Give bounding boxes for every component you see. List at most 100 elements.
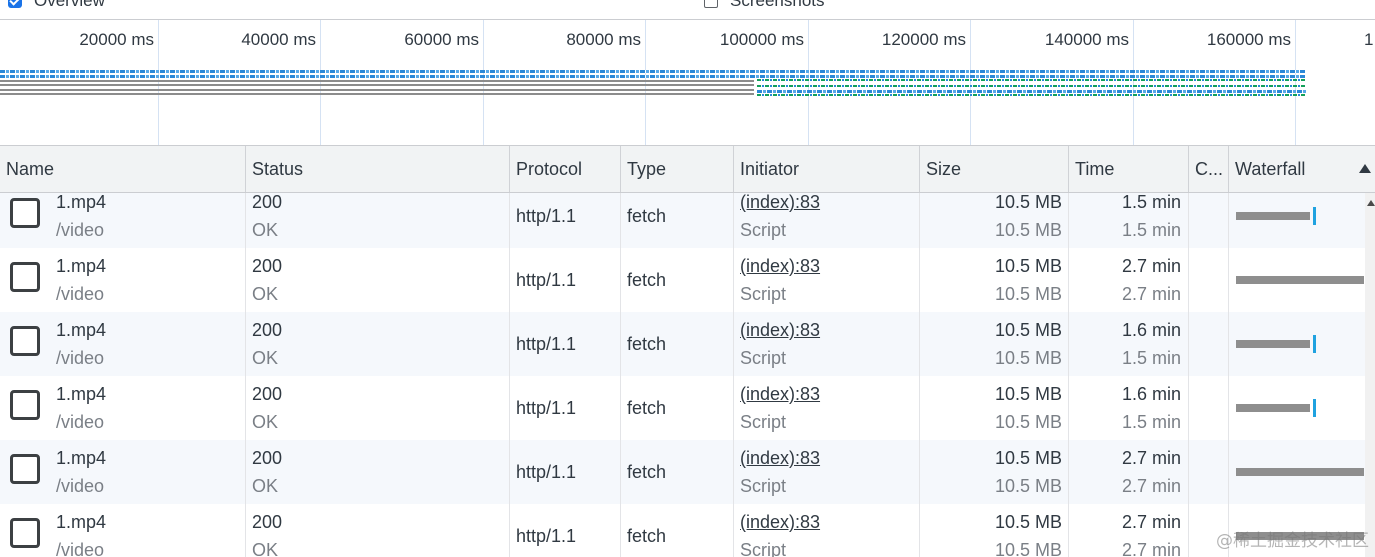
overview-request-bars	[0, 68, 1310, 98]
column-header-type[interactable]: Type	[621, 146, 734, 192]
overview-bar	[0, 89, 754, 91]
size-cell: 10.5 MB	[994, 448, 1062, 468]
checkbox-unchecked-icon[interactable]	[704, 0, 718, 8]
column-divider	[1068, 193, 1069, 557]
column-label: Protocol	[516, 158, 583, 179]
waterfall-bar[interactable]	[1236, 276, 1364, 284]
column-header-time[interactable]: Time	[1069, 146, 1189, 192]
waterfall-download-marker	[1313, 335, 1316, 353]
overview-toggle[interactable]: Overview	[8, 0, 105, 11]
tick-label: 80000 ms	[566, 30, 641, 49]
status-code: 200	[252, 512, 283, 532]
sort-ascending-icon[interactable]	[1359, 164, 1371, 173]
status-text: OK	[252, 220, 279, 240]
initiator-type: Script	[740, 476, 787, 496]
tick-label: 160000 ms	[1206, 30, 1291, 49]
column-label: Waterfall	[1235, 158, 1306, 179]
resource-size-cell: 10.5 MB	[994, 348, 1062, 368]
status-text: OK	[252, 412, 279, 432]
request-path: /video	[56, 412, 105, 432]
request-path: /video	[56, 220, 105, 240]
screenshots-label: Screenshots	[730, 0, 825, 10]
tick-label: 20000 ms	[79, 30, 154, 49]
scroll-up-arrow-icon[interactable]	[1367, 200, 1375, 206]
file-icon	[10, 262, 40, 292]
protocol-cell: http/1.1	[516, 334, 577, 354]
protocol-cell: http/1.1	[516, 270, 577, 290]
request-path: /video	[56, 476, 105, 496]
column-divider	[620, 193, 621, 557]
column-label: Status	[252, 158, 304, 179]
latency-cell: 2.7 min	[1121, 540, 1181, 557]
column-header-status[interactable]: Status	[246, 146, 510, 192]
latency-cell: 2.7 min	[1121, 476, 1181, 496]
overview-label: Overview	[34, 0, 105, 10]
screenshots-toggle[interactable]: Screenshots	[704, 0, 825, 11]
initiator-type: Script	[740, 412, 787, 432]
network-options-bar: Overview Screenshots	[0, 0, 1375, 20]
type-cell: fetch	[627, 398, 667, 418]
column-divider	[733, 193, 734, 557]
initiator-link[interactable]: (index):83	[740, 512, 820, 533]
status-code: 200	[252, 256, 283, 276]
column-header-size[interactable]: Size	[920, 146, 1069, 192]
time-cell: 2.7 min	[1121, 256, 1181, 276]
protocol-cell: http/1.1	[516, 398, 577, 418]
tick-label: 120000 ms	[881, 30, 966, 49]
protocol-cell: http/1.1	[516, 206, 577, 226]
column-header-initiator[interactable]: Initiator	[734, 146, 920, 192]
file-icon	[10, 518, 40, 548]
type-cell: fetch	[627, 334, 667, 354]
column-divider	[1188, 193, 1189, 557]
type-cell: fetch	[627, 206, 667, 226]
type-cell: fetch	[627, 462, 667, 482]
column-header-name[interactable]: Name	[0, 146, 246, 192]
column-header-c[interactable]: C...	[1189, 146, 1229, 192]
type-cell: fetch	[627, 270, 667, 290]
overview-bar	[757, 79, 1306, 81]
initiator-link[interactable]: (index):83	[740, 193, 820, 213]
resource-size-cell: 10.5 MB	[994, 476, 1062, 496]
column-header-waterfall[interactable]: Waterfall	[1229, 146, 1375, 192]
status-code: 200	[252, 448, 283, 468]
column-header-protocol[interactable]: Protocol	[510, 146, 621, 192]
overview-bar	[0, 80, 754, 82]
time-cell: 2.7 min	[1121, 448, 1181, 468]
latency-cell: 1.5 min	[1121, 348, 1181, 368]
file-icon	[10, 326, 40, 356]
waterfall-bar[interactable]	[1236, 468, 1364, 476]
tick-label: 40000 ms	[241, 30, 316, 49]
initiator-link[interactable]: (index):83	[740, 448, 820, 469]
overview-bar	[757, 94, 1306, 96]
status-text: OK	[252, 348, 279, 368]
tick-label: 60000 ms	[404, 30, 479, 49]
request-name: 1.mp4	[56, 512, 107, 532]
size-cell: 10.5 MB	[994, 384, 1062, 404]
column-divider	[509, 193, 510, 557]
resource-size-cell: 10.5 MB	[994, 540, 1062, 557]
size-cell: 10.5 MB	[994, 256, 1062, 276]
status-code: 200	[252, 384, 283, 404]
resource-size-cell: 10.5 MB	[994, 412, 1062, 432]
checkbox-checked-icon[interactable]	[8, 0, 22, 8]
initiator-link[interactable]: (index):83	[740, 256, 820, 277]
requests-table-header: Name Status Protocol Type Initiator Size…	[0, 146, 1375, 193]
waterfall-bar[interactable]	[1236, 340, 1310, 348]
initiator-link[interactable]: (index):83	[740, 320, 820, 341]
initiator-link[interactable]: (index):83	[740, 384, 820, 405]
waterfall-download-marker	[1313, 399, 1316, 417]
request-name: 1.mp4	[56, 448, 107, 468]
initiator-type: Script	[740, 284, 787, 304]
network-overview-timeline[interactable]: 20000 ms 40000 ms 60000 ms 80000 ms 1000…	[0, 20, 1375, 146]
status-code: 200	[252, 320, 283, 340]
waterfall-bar[interactable]	[1236, 212, 1310, 220]
overview-bar	[0, 75, 1306, 78]
waterfall-bar[interactable]	[1236, 404, 1310, 412]
protocol-cell: http/1.1	[516, 526, 577, 546]
file-icon	[10, 198, 40, 228]
status-text: OK	[252, 284, 279, 304]
time-cell: 1.5 min	[1121, 193, 1181, 212]
size-cell: 10.5 MB	[994, 193, 1062, 212]
vertical-scrollbar[interactable]	[1365, 193, 1375, 557]
overview-bar	[0, 84, 754, 86]
